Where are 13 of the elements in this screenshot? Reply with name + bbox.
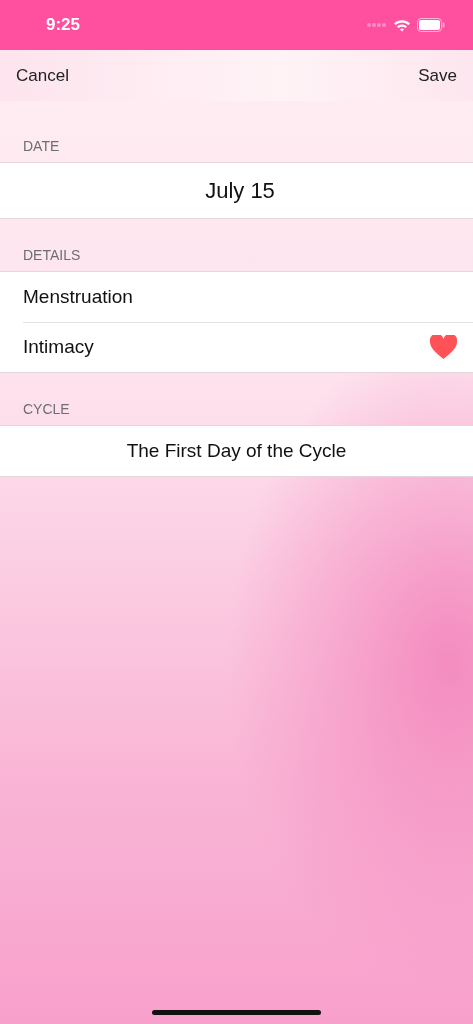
status-time: 9:25 [46, 15, 82, 35]
save-button[interactable]: Save [418, 65, 457, 86]
wifi-icon [393, 18, 411, 32]
section-header: CYCLE [22, 401, 71, 419]
form-value[interactable]: The First Day of the Cycle [126, 440, 347, 462]
cancel-button[interactable]: Cancel [16, 65, 69, 86]
section-header: DETAILS [22, 247, 82, 265]
list-item[interactable]: Menstruation [23, 286, 133, 308]
battery-icon [417, 18, 445, 32]
section-header: DATE [22, 138, 61, 156]
list-item[interactable]: Intimacy [23, 336, 94, 358]
signal-icon [367, 22, 387, 28]
form-value[interactable]: July 15 [205, 177, 275, 204]
